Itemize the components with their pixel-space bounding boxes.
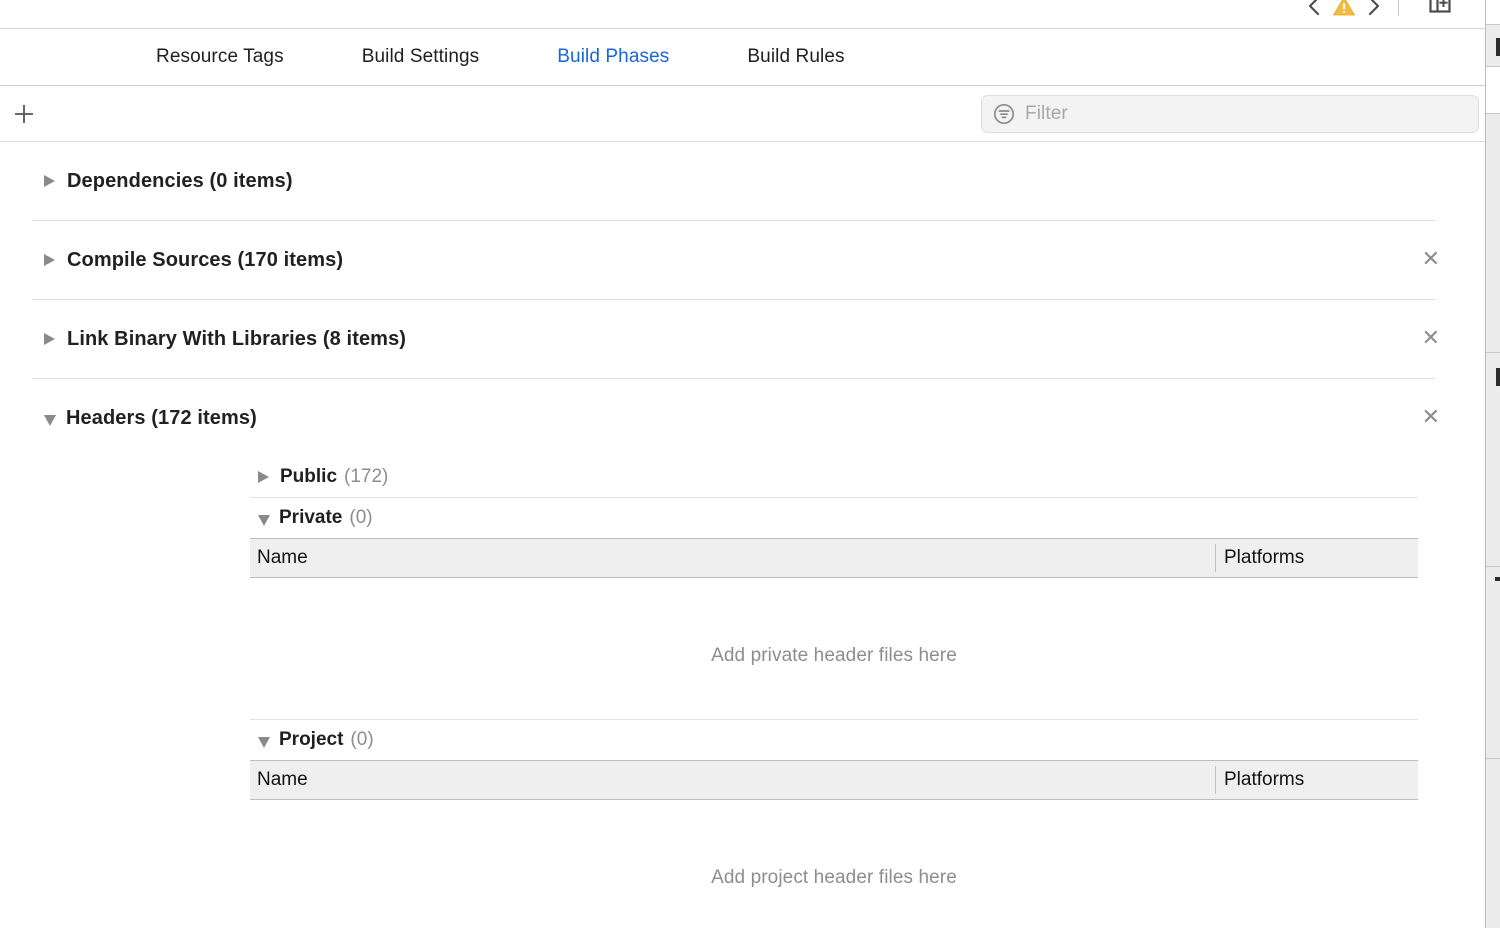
headers-group-label: Private bbox=[279, 507, 343, 528]
toolbar-strip bbox=[0, 0, 1485, 29]
add-build-phase-button[interactable] bbox=[10, 100, 38, 128]
tab-build-phases[interactable]: Build Phases bbox=[557, 46, 669, 68]
inspector-top-strip bbox=[1486, 0, 1500, 24]
remove-phase-button[interactable]: ✕ bbox=[1422, 407, 1440, 429]
build-phases-list[interactable]: Dependencies (0 items) Compile Sources (… bbox=[0, 142, 1485, 928]
disclosure-triangle-down-icon[interactable] bbox=[44, 414, 56, 426]
phase-compile-sources: Compile Sources (170 items) ✕ bbox=[0, 221, 1485, 300]
column-header-platforms[interactable]: Platforms bbox=[1216, 769, 1304, 791]
inspector-divider bbox=[1486, 113, 1500, 114]
filter-placeholder: Filter bbox=[1025, 102, 1068, 124]
phase-header-compile-sources[interactable]: Compile Sources (170 items) ✕ bbox=[0, 221, 1485, 299]
phase-title: Compile Sources (170 items) bbox=[67, 248, 344, 271]
add-editor-icon[interactable] bbox=[1427, 0, 1453, 20]
phase-dependencies: Dependencies (0 items) bbox=[0, 142, 1485, 221]
chevron-left-icon[interactable] bbox=[1305, 0, 1323, 17]
empty-state-message: Add project header files here bbox=[711, 867, 957, 888]
disclosure-triangle-down-icon[interactable] bbox=[258, 736, 270, 748]
column-header-name[interactable]: Name bbox=[250, 769, 1215, 791]
table-header-row: Name Platforms bbox=[250, 760, 1418, 800]
build-phases-toolbar: Filter bbox=[0, 86, 1485, 142]
inspector-divider bbox=[1486, 758, 1500, 759]
column-header-name[interactable]: Name bbox=[250, 547, 1215, 569]
phase-title: Link Binary With Libraries (8 items) bbox=[67, 327, 407, 350]
phase-title: Dependencies (0 items) bbox=[67, 169, 293, 192]
headers-group-public[interactable]: Public (172) bbox=[0, 457, 1485, 497]
disclosure-triangle-right-icon[interactable] bbox=[44, 254, 55, 266]
tab-build-settings[interactable]: Build Settings bbox=[362, 46, 480, 68]
empty-state-message: Add private header files here bbox=[711, 645, 957, 666]
filter-icon bbox=[992, 102, 1016, 126]
headers-group-count: (0) bbox=[350, 729, 374, 750]
phase-headers: Headers (172 items) ✕ Public (172) Priva… bbox=[0, 379, 1485, 889]
inspector-value-mark bbox=[1495, 577, 1500, 581]
phase-header-link-binary[interactable]: Link Binary With Libraries (8 items) ✕ bbox=[0, 300, 1485, 378]
toolbar-separator bbox=[1398, 0, 1399, 16]
disclosure-triangle-right-icon[interactable] bbox=[258, 471, 269, 483]
tab-resource-tags[interactable]: Resource Tags bbox=[156, 46, 284, 68]
navigation-cluster bbox=[1305, 0, 1405, 22]
xcode-project-editor: Resource Tags Build Settings Build Phase… bbox=[0, 0, 1500, 928]
inspector-section-label bbox=[1496, 368, 1500, 386]
disclosure-triangle-right-icon[interactable] bbox=[44, 175, 55, 187]
inspector-divider bbox=[1486, 352, 1500, 353]
disclosure-triangle-right-icon[interactable] bbox=[44, 333, 55, 345]
tab-build-rules[interactable]: Build Rules bbox=[747, 46, 844, 68]
headers-group-count: (172) bbox=[344, 466, 389, 487]
inspector-panel bbox=[1485, 0, 1500, 928]
warning-triangle-icon[interactable] bbox=[1332, 0, 1356, 17]
editor-tab-bar: Resource Tags Build Settings Build Phase… bbox=[0, 29, 1485, 86]
remove-phase-button[interactable]: ✕ bbox=[1422, 328, 1440, 350]
headers-group-label: Public bbox=[280, 466, 338, 487]
plus-icon bbox=[15, 104, 33, 123]
inspector-field-area[interactable] bbox=[1486, 67, 1500, 113]
phase-header-dependencies[interactable]: Dependencies (0 items) bbox=[0, 142, 1485, 220]
private-headers-table: Name Platforms Add private header files … bbox=[250, 538, 1418, 719]
headers-group-private[interactable]: Private (0) bbox=[0, 498, 1485, 538]
headers-group-label: Project bbox=[279, 729, 344, 750]
inspector-divider bbox=[1486, 566, 1500, 567]
disclosure-triangle-down-icon[interactable] bbox=[258, 514, 270, 526]
headers-group-project[interactable]: Project (0) bbox=[0, 720, 1485, 760]
project-headers-table: Name Platforms Add project header files … bbox=[250, 760, 1418, 889]
column-header-platforms[interactable]: Platforms bbox=[1216, 547, 1304, 569]
chevron-right-icon[interactable] bbox=[1365, 0, 1383, 17]
editor-column: Resource Tags Build Settings Build Phase… bbox=[0, 0, 1485, 928]
phase-link-binary-with-libraries: Link Binary With Libraries (8 items) ✕ bbox=[0, 300, 1485, 379]
inspector-section-label bbox=[1496, 38, 1500, 56]
headers-group-count: (0) bbox=[349, 507, 373, 528]
inspector-divider bbox=[1486, 24, 1500, 30]
phase-title: Headers (172 items) bbox=[66, 406, 257, 429]
remove-phase-button[interactable]: ✕ bbox=[1422, 249, 1440, 271]
phase-header-headers[interactable]: Headers (172 items) ✕ bbox=[0, 379, 1485, 457]
filter-input[interactable]: Filter bbox=[981, 94, 1479, 133]
table-header-row: Name Platforms bbox=[250, 538, 1418, 578]
